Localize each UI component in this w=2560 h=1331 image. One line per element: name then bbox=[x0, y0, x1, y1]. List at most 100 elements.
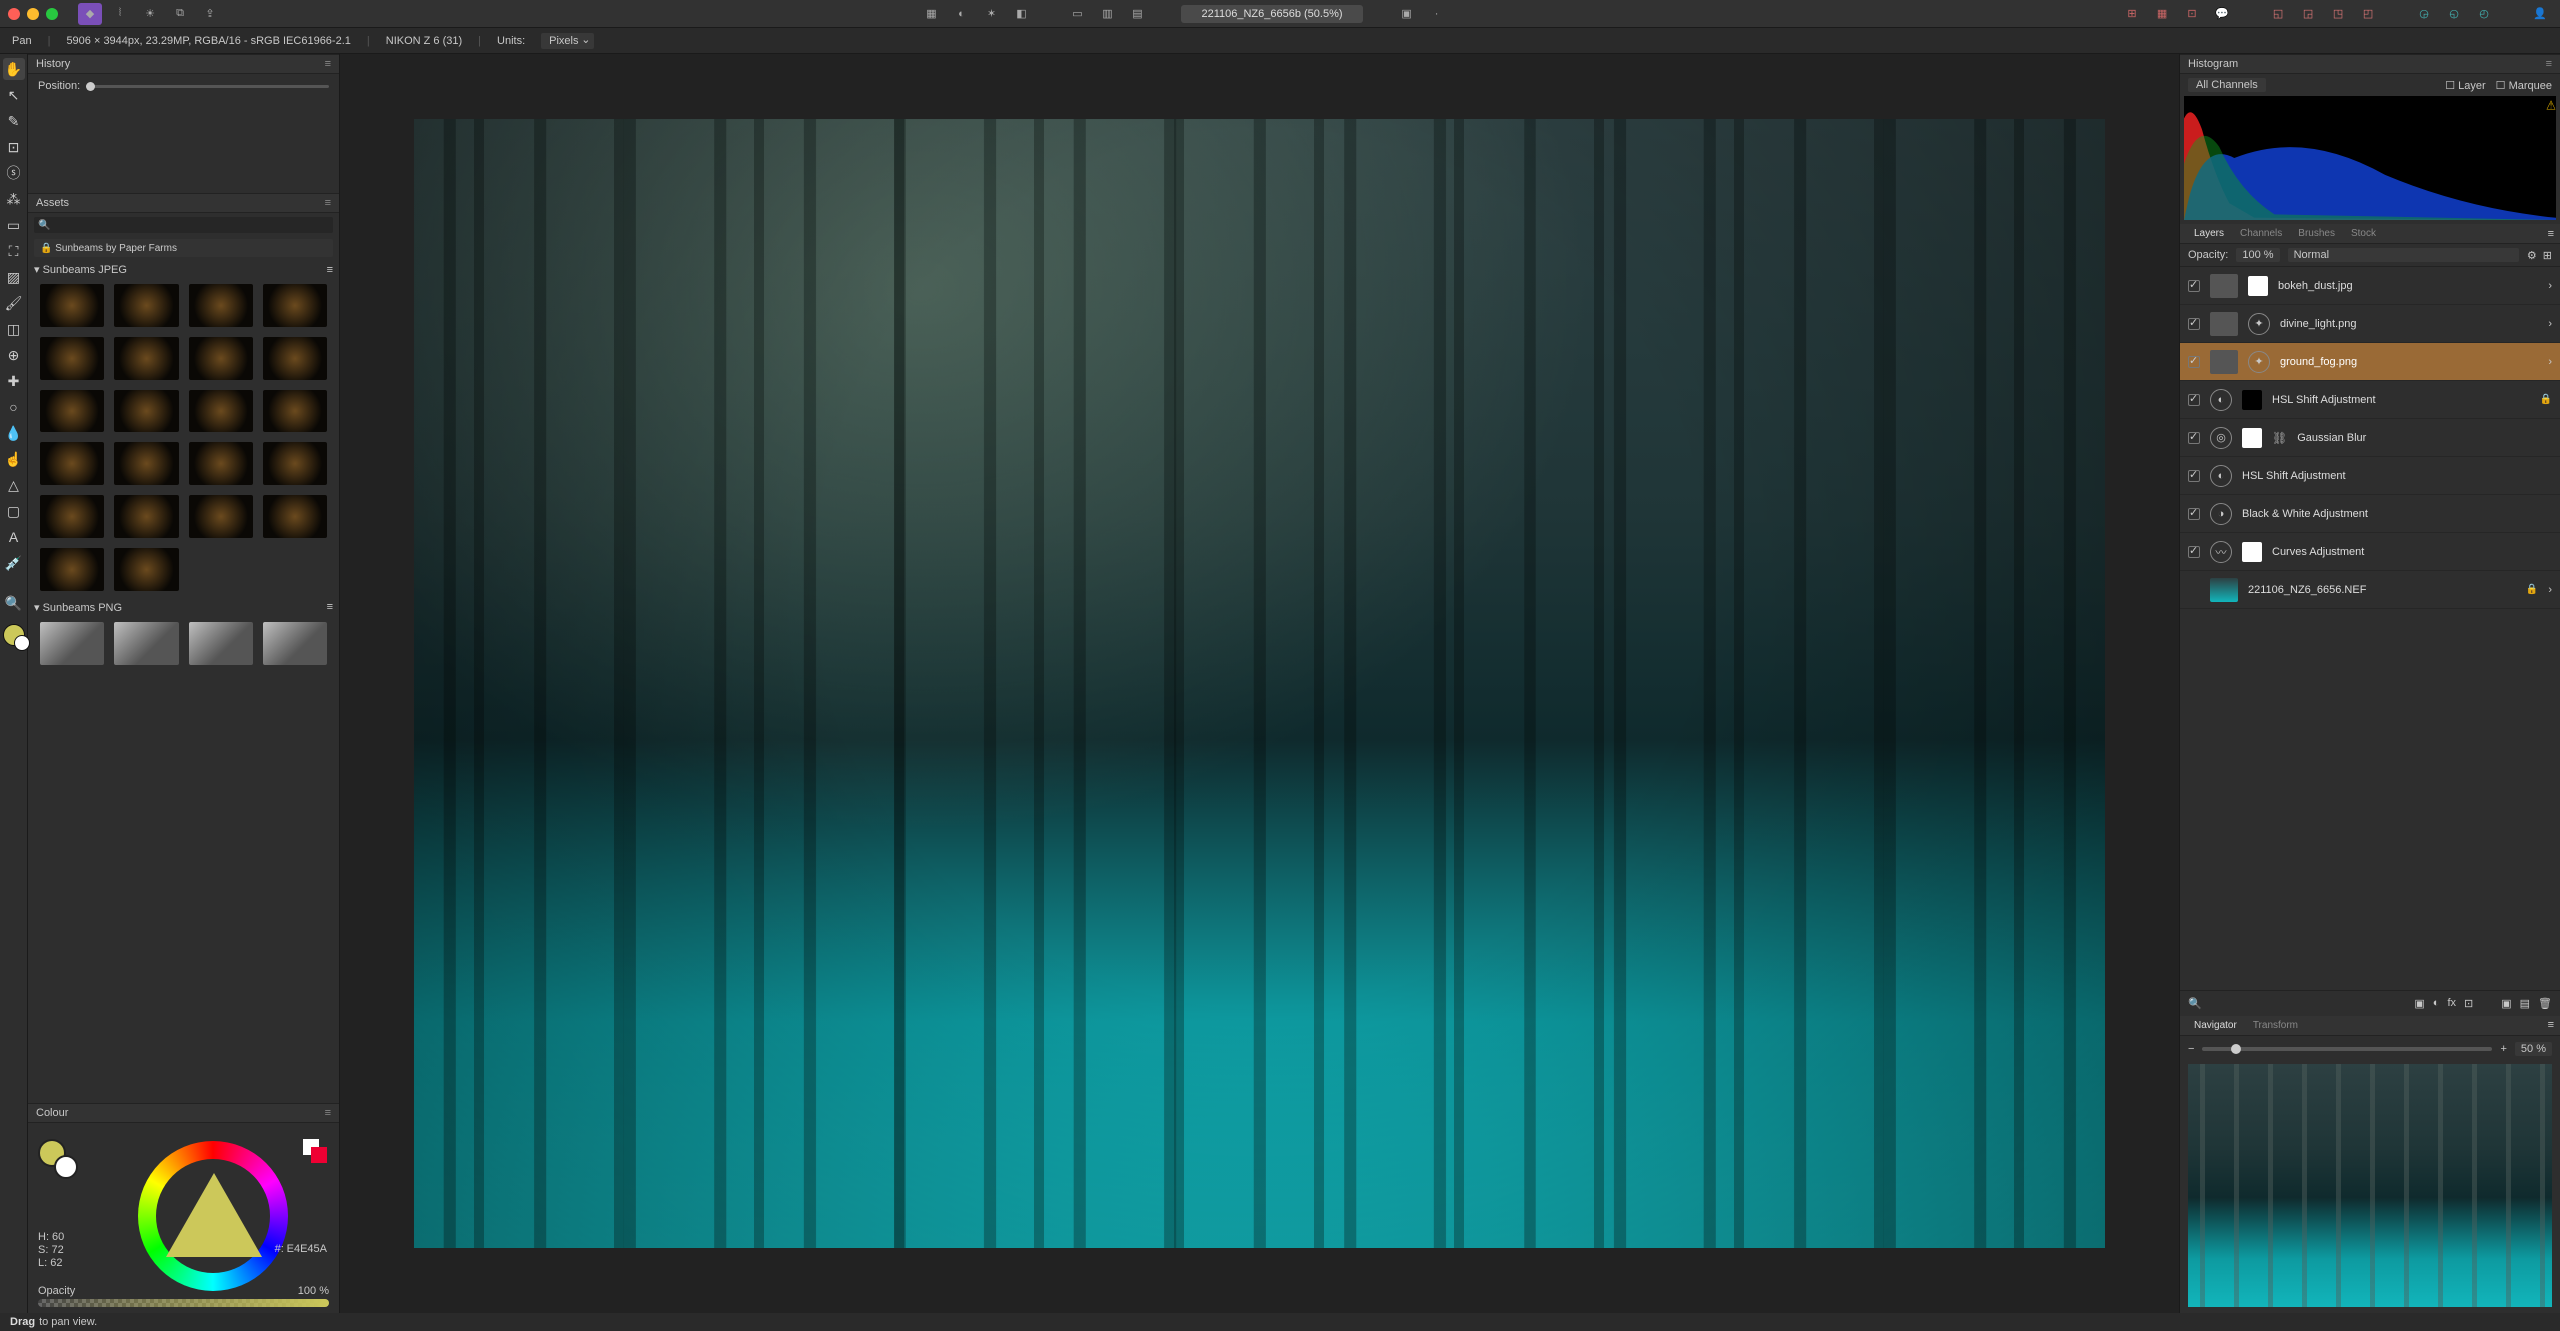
visibility-toggle[interactable] bbox=[2188, 356, 2200, 368]
asset-thumb[interactable] bbox=[189, 495, 253, 538]
assets-group-jpeg[interactable]: ▾ Sunbeams JPEG ≡ bbox=[34, 263, 333, 276]
minimize-window-icon[interactable] bbox=[27, 8, 39, 20]
layer-cog-icon[interactable]: ⚙ bbox=[2527, 249, 2537, 262]
pen-tool[interactable]: ✎ bbox=[3, 110, 25, 132]
tb-btn-c[interactable]: ✶ bbox=[979, 3, 1003, 25]
add-layer-btn[interactable]: ▤ bbox=[2520, 997, 2530, 1010]
assets-panel-header[interactable]: Assets ≡ bbox=[28, 193, 339, 213]
zoom-value[interactable]: 50 % bbox=[2515, 1042, 2552, 1056]
panel-menu-icon[interactable]: ≡ bbox=[325, 1107, 331, 1119]
asset-thumb[interactable] bbox=[189, 284, 253, 327]
export-persona-button[interactable]: ⇪ bbox=[198, 3, 222, 25]
liquify-persona-button[interactable]: ⦚ bbox=[108, 3, 132, 25]
asset-thumb[interactable] bbox=[40, 495, 104, 538]
layer-row[interactable]: 221106_NZ6_6656.NEF 🔒 › bbox=[2180, 571, 2560, 609]
tb-cloud-2[interactable]: ◵ bbox=[2442, 3, 2466, 25]
blur-tool[interactable]: 💧 bbox=[3, 422, 25, 444]
tab-layers[interactable]: Layers bbox=[2186, 225, 2232, 242]
tb-btn-d[interactable]: ◧ bbox=[1009, 3, 1033, 25]
layer-opacity-value[interactable]: 100 % bbox=[2236, 248, 2279, 262]
asset-thumb[interactable] bbox=[114, 390, 178, 433]
visibility-toggle[interactable] bbox=[2188, 546, 2200, 558]
layer-row[interactable]: ✦ ground_fog.png › bbox=[2180, 343, 2560, 381]
asset-thumb[interactable] bbox=[263, 284, 327, 327]
tb-sel-c[interactable]: ▤ bbox=[1125, 3, 1149, 25]
asset-thumb[interactable] bbox=[114, 622, 178, 665]
tb-snap-b[interactable]: ▦ bbox=[2150, 3, 2174, 25]
asset-thumb[interactable] bbox=[263, 495, 327, 538]
maximize-window-icon[interactable] bbox=[46, 8, 58, 20]
histogram-marquee-check[interactable]: ☐ Marquee bbox=[2496, 79, 2552, 92]
tb-cloud-3[interactable]: ◴ bbox=[2472, 3, 2496, 25]
layer-row[interactable]: bokeh_dust.jpg › bbox=[2180, 267, 2560, 305]
mask-btn[interactable]: ▣ bbox=[2414, 997, 2424, 1010]
account-button[interactable]: 👤 bbox=[2528, 3, 2552, 25]
heal-tool[interactable]: ✚ bbox=[3, 370, 25, 392]
tb-snap-c[interactable]: ⊡ bbox=[2180, 3, 2204, 25]
tb-btn-b[interactable]: ◐ bbox=[949, 3, 973, 25]
assets-pack-select[interactable]: 🔒 Sunbeams by Paper Farms bbox=[34, 239, 333, 257]
visibility-toggle[interactable] bbox=[2188, 280, 2200, 292]
group-btn[interactable]: ▣ bbox=[2501, 997, 2511, 1010]
tb-arr-1[interactable]: ◱ bbox=[2266, 3, 2290, 25]
asset-thumb[interactable] bbox=[189, 622, 253, 665]
asset-thumb[interactable] bbox=[189, 337, 253, 380]
zoom-out-btn[interactable]: − bbox=[2188, 1043, 2194, 1055]
zoom-tool[interactable]: 🔍 bbox=[3, 592, 25, 614]
histogram-panel-header[interactable]: Histogram ≡ bbox=[2180, 54, 2560, 74]
asset-thumb[interactable] bbox=[114, 284, 178, 327]
brush-tool[interactable]: 🖌 bbox=[3, 292, 25, 314]
history-panel-header[interactable]: History ≡ bbox=[28, 54, 339, 74]
asset-thumb[interactable] bbox=[114, 548, 178, 591]
layer-row[interactable]: ✦ divine_light.png › bbox=[2180, 305, 2560, 343]
asset-thumb[interactable] bbox=[40, 442, 104, 485]
eyedropper-tool[interactable]: 💉 bbox=[3, 552, 25, 574]
asset-thumb[interactable] bbox=[114, 337, 178, 380]
delete-btn[interactable]: 🗑 bbox=[2538, 997, 2552, 1010]
lock-icon[interactable]: 🔒 bbox=[2526, 584, 2538, 595]
colour-triangle[interactable] bbox=[166, 1173, 262, 1257]
tab-channels[interactable]: Channels bbox=[2232, 225, 2290, 242]
text-tool[interactable]: A bbox=[3, 526, 25, 548]
lock-icon[interactable]: 🔒 bbox=[2540, 394, 2552, 405]
panel-menu-icon[interactable]: ≡ bbox=[325, 197, 331, 209]
assets-group-png[interactable]: ▾ Sunbeams PNG ≡ bbox=[34, 601, 333, 614]
visibility-toggle[interactable] bbox=[2188, 470, 2200, 482]
tb-cloud-1[interactable]: ◶ bbox=[2412, 3, 2436, 25]
panel-menu-icon[interactable]: ≡ bbox=[2548, 228, 2554, 240]
tab-navigator[interactable]: Navigator bbox=[2186, 1017, 2245, 1034]
tone-persona-button[interactable]: ⧉ bbox=[168, 3, 192, 25]
asset-thumb[interactable] bbox=[263, 337, 327, 380]
panel-menu-icon[interactable]: ≡ bbox=[2548, 1019, 2554, 1031]
color-swatch[interactable] bbox=[3, 624, 25, 646]
colour-panel-header[interactable]: Colour ≡ bbox=[28, 1103, 339, 1123]
hex-readout[interactable]: #: E4E45A bbox=[275, 1243, 327, 1255]
tb-mask-b[interactable]: · bbox=[1425, 3, 1449, 25]
visibility-toggle[interactable] bbox=[2188, 318, 2200, 330]
asset-thumb[interactable] bbox=[40, 284, 104, 327]
zoom-slider[interactable] bbox=[2202, 1047, 2492, 1051]
photo-persona-button[interactable]: ◆ bbox=[78, 3, 102, 25]
visibility-toggle[interactable] bbox=[2188, 394, 2200, 406]
crop-btn[interactable]: ⊡ bbox=[2464, 997, 2473, 1010]
asset-thumb[interactable] bbox=[40, 390, 104, 433]
asset-thumb[interactable] bbox=[189, 442, 253, 485]
adj-btn[interactable]: ◐ bbox=[2433, 997, 2440, 1009]
visibility-toggle[interactable] bbox=[2188, 508, 2200, 520]
panel-menu-icon[interactable]: ≡ bbox=[325, 58, 331, 70]
tb-arr-2[interactable]: ◲ bbox=[2296, 3, 2320, 25]
blend-mode-select[interactable]: Normal bbox=[2288, 248, 2519, 262]
tb-sel-b[interactable]: ▥ bbox=[1095, 3, 1119, 25]
asset-thumb[interactable] bbox=[40, 337, 104, 380]
layer-row[interactable]: ◐ HSL Shift Adjustment 🔒 bbox=[2180, 381, 2560, 419]
search-icon[interactable]: 🔍 bbox=[2188, 997, 2202, 1010]
asset-thumb[interactable] bbox=[40, 622, 104, 665]
develop-persona-button[interactable]: ☀ bbox=[138, 3, 162, 25]
zoom-in-btn[interactable]: + bbox=[2500, 1043, 2506, 1055]
layer-row[interactable]: ◐ HSL Shift Adjustment bbox=[2180, 457, 2560, 495]
canvas-area[interactable] bbox=[340, 54, 2180, 1313]
reset-swatch[interactable] bbox=[303, 1139, 327, 1163]
tb-chat[interactable]: 💬 bbox=[2210, 3, 2234, 25]
asset-thumb[interactable] bbox=[263, 442, 327, 485]
document-canvas[interactable] bbox=[414, 119, 2106, 1249]
